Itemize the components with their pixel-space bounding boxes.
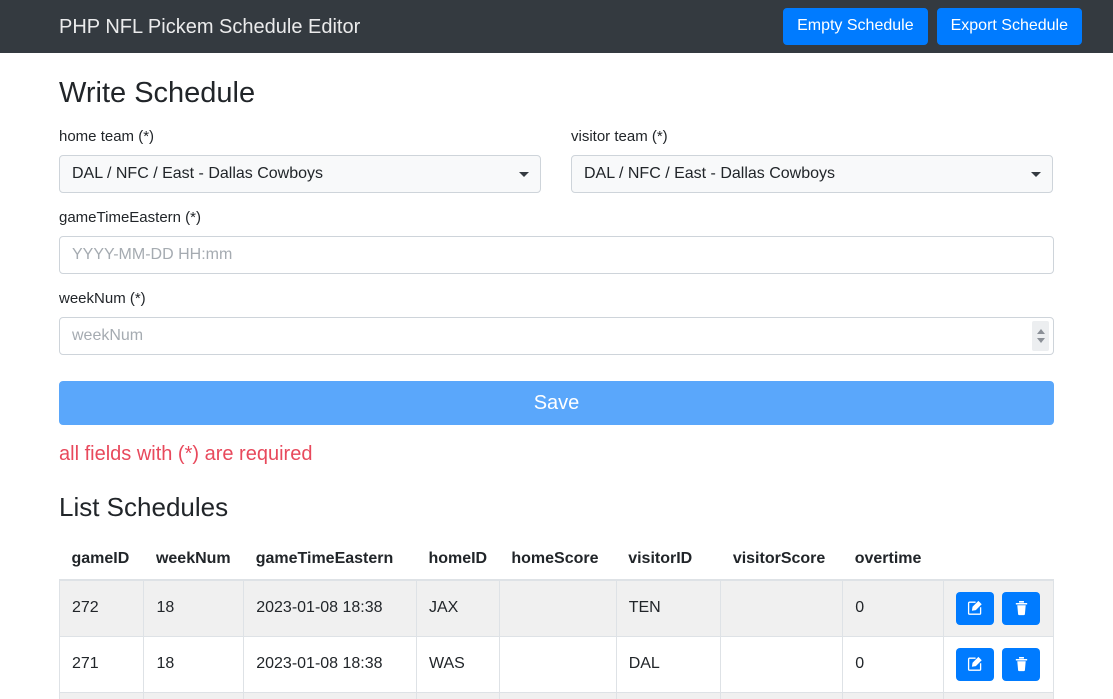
- main-container: Write Schedule home team (*) DAL / NFC /…: [0, 76, 1113, 699]
- delete-row-button[interactable]: [1002, 591, 1041, 625]
- home-team-label: home team (*): [59, 127, 155, 145]
- home-team-select[interactable]: DAL / NFC / East - Dallas Cowboys: [59, 154, 541, 193]
- cell-gametimeeastern: 2023-01-08 18:38: [243, 635, 417, 693]
- cell-visitorid: LAR: [615, 691, 722, 699]
- schedules-table-body: 272 18 2023-01-08 18:38 JAX TEN 0 271 18 2023-01…: [58, 579, 1054, 699]
- number-stepper[interactable]: [1032, 320, 1049, 351]
- visitor-team-select-wrap: DAL / NFC / East - Dallas Cowboys: [571, 154, 1053, 193]
- column-header-gametimeeastern: gameTimeEastern: [243, 540, 417, 581]
- app-title: PHP NFL Pickem Schedule Editor: [59, 15, 361, 38]
- cell-gameid: 272: [58, 579, 145, 637]
- column-header-weeknum: weekNum: [143, 540, 244, 581]
- cell-gameid: 271: [58, 635, 145, 693]
- cell-actions: [943, 635, 1054, 693]
- navbar-actions: Empty Schedule Export Schedule: [783, 7, 1082, 46]
- column-header-actions: [943, 540, 1054, 581]
- cell-weeknum: 18: [143, 635, 245, 693]
- top-navbar: PHP NFL Pickem Schedule Editor Empty Sch…: [0, 0, 1113, 53]
- column-header-visitorscore: visitorScore: [720, 540, 843, 581]
- visitor-team-select[interactable]: DAL / NFC / East - Dallas Cowboys: [571, 154, 1053, 193]
- edit-icon: [967, 656, 983, 672]
- stepper-down-icon[interactable]: [1036, 337, 1045, 343]
- game-time-label: gameTimeEastern (*): [59, 208, 201, 226]
- cell-gametimeeastern: 2023-01-08 18:38: [243, 579, 417, 637]
- table-row: 270182023-01-08 18:37SEA LAR 0: [58, 691, 1054, 699]
- cell-homescore: [498, 579, 617, 637]
- row-action-group: [956, 647, 1041, 681]
- week-num-input-wrap: [59, 316, 1054, 355]
- cell-visitorscore: [720, 579, 844, 637]
- cell-visitorscore: [720, 691, 844, 699]
- cell-overtime: 0: [842, 579, 945, 637]
- cell-actions: [943, 579, 1054, 637]
- cell-homeid: WAS: [415, 635, 500, 693]
- cell-homescore: [498, 635, 617, 693]
- cell-homescore: [498, 691, 617, 699]
- list-schedules-title: List Schedules: [59, 491, 229, 522]
- trash-icon: [1014, 656, 1029, 672]
- row-action-group: [956, 591, 1041, 625]
- game-time-group: gameTimeEastern (*): [59, 209, 1054, 274]
- delete-row-button[interactable]: [1002, 647, 1041, 681]
- write-schedule-title: Write Schedule: [59, 77, 256, 109]
- cell-gametimeeastern: 2023-01-08 18:37: [243, 691, 417, 699]
- column-header-visitorid: visitorID: [616, 540, 721, 581]
- visitor-team-group: visitor team (*) DAL / NFC / East - Dall…: [571, 128, 1053, 193]
- edit-row-button[interactable]: [956, 647, 995, 681]
- save-button[interactable]: Save: [59, 380, 1054, 425]
- week-num-group: weekNum (*): [59, 290, 1054, 355]
- visitor-team-label: visitor team (*): [571, 127, 668, 145]
- game-time-input[interactable]: [59, 235, 1054, 274]
- table-row: 272 18 2023-01-08 18:38 JAX TEN 0: [58, 579, 1054, 637]
- edit-icon: [967, 600, 983, 616]
- edit-row-button[interactable]: [956, 591, 995, 625]
- cell-homeid: JAX: [415, 579, 500, 637]
- schedules-table: gameID weekNum gameTimeEastern homeID ho…: [58, 540, 1054, 699]
- home-team-group: home team (*) DAL / NFC / East - Dallas …: [59, 128, 541, 193]
- column-header-gameid: gameID: [59, 540, 144, 581]
- export-schedule-button[interactable]: Export Schedule: [936, 7, 1082, 46]
- cell-gameid: 270: [58, 691, 145, 699]
- table-header-row: gameID weekNum gameTimeEastern homeID ho…: [59, 540, 1054, 581]
- cell-overtime: 0: [842, 635, 945, 693]
- cell-weeknum: 18: [143, 579, 245, 637]
- team-select-row: home team (*) DAL / NFC / East - Dallas …: [59, 128, 1054, 193]
- cell-visitorid: DAL: [615, 635, 722, 693]
- column-header-overtime: overtime: [842, 540, 944, 581]
- home-team-select-wrap: DAL / NFC / East - Dallas Cowboys: [59, 154, 541, 193]
- cell-overtime: 0: [842, 691, 945, 699]
- cell-weeknum: 18: [143, 691, 245, 699]
- week-num-label: weekNum (*): [59, 289, 146, 307]
- column-header-homeid: homeID: [416, 540, 500, 581]
- column-header-homescore: homeScore: [499, 540, 617, 581]
- week-num-input[interactable]: [59, 316, 1054, 355]
- empty-schedule-button[interactable]: Empty Schedule: [783, 7, 928, 46]
- cell-homeid: SEA: [415, 691, 500, 699]
- required-fields-note: all fields with (*) are required: [59, 442, 313, 465]
- cell-actions: [943, 691, 1054, 699]
- schedules-table-head: gameID weekNum gameTimeEastern homeID ho…: [59, 540, 1054, 581]
- trash-icon: [1014, 600, 1029, 616]
- table-row: 271 18 2023-01-08 18:38 WAS DAL 0: [58, 635, 1054, 693]
- cell-visitorid: TEN: [615, 579, 722, 637]
- cell-visitorscore: [720, 635, 844, 693]
- stepper-up-icon[interactable]: [1036, 328, 1045, 334]
